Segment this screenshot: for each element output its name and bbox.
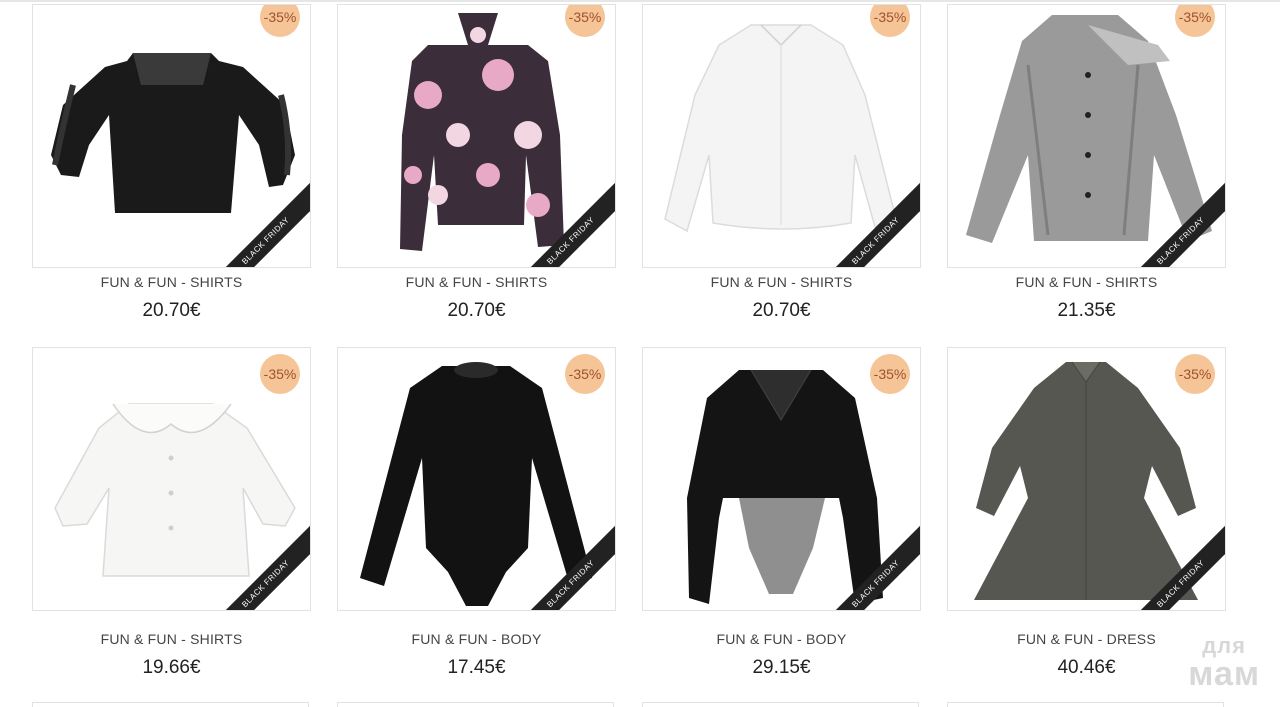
top-divider	[0, 0, 1280, 2]
discount-badge: -35%	[565, 354, 605, 394]
ribbon-container: BLACK FRIDAY	[820, 510, 920, 610]
product-image[interactable]: -35% BLACK FRIDAY	[337, 4, 616, 268]
product-title[interactable]: FUN & FUN - BODY	[642, 631, 921, 647]
product-price: 40.46€	[1057, 657, 1116, 678]
product-image[interactable]: -35% BLACK FRIDAY	[337, 347, 616, 611]
product-card[interactable]: -35% BLACK FRIDAY FUN & FUN - SHIRTS 20.…	[337, 4, 616, 349]
watermark-line1: для	[1202, 633, 1246, 658]
product-card[interactable]: -35% BLACK FRIDAY FUN & FUN - SHIRTS 21.…	[947, 4, 1226, 349]
product-image[interactable]: -35% BLACK FRIDAY	[642, 347, 921, 611]
product-image[interactable]: -35% BLACK FRIDAY	[642, 4, 921, 268]
product-card[interactable]: -35% BLACK FRIDAY FUN & FUN - SHIRTS 20.…	[32, 4, 311, 349]
product-title[interactable]: FUN & FUN - SHIRTS	[32, 274, 311, 290]
product-card[interactable]: -35% BLACK FRIDAY FUN & FUN - SHIRTS 20.…	[642, 4, 921, 349]
ribbon-container: BLACK FRIDAY	[820, 167, 920, 267]
product-title[interactable]: FUN & FUN - SHIRTS	[337, 274, 616, 290]
product-price: 20.70€	[142, 300, 201, 321]
product-price: 29.15€	[752, 657, 811, 678]
ribbon-container: BLACK FRIDAY	[515, 167, 615, 267]
product-card[interactable]: -35% BLACK FRIDAY FUN & FUN - BODY 29.15…	[642, 347, 921, 692]
watermark-line2: мам	[1188, 655, 1260, 693]
discount-badge: -35%	[260, 354, 300, 394]
product-card-edge[interactable]	[947, 702, 1224, 707]
black-friday-ribbon: BLACK FRIDAY	[515, 520, 615, 610]
product-card[interactable]: -35% BLACK FRIDAY FUN & FUN - DRESS 40.4…	[947, 347, 1226, 692]
product-price: 21.35€	[1057, 300, 1116, 321]
black-friday-ribbon: BLACK FRIDAY	[515, 177, 615, 267]
product-card[interactable]: -35% BLACK FRIDAY FUN & FUN - SHIRTS 19.…	[32, 347, 311, 692]
ribbon-container: BLACK FRIDAY	[515, 510, 615, 610]
discount-badge: -35%	[1175, 354, 1215, 394]
black-friday-ribbon: BLACK FRIDAY	[1125, 520, 1225, 610]
product-image[interactable]: -35% BLACK FRIDAY	[947, 347, 1226, 611]
product-image[interactable]: -35% BLACK FRIDAY	[32, 4, 311, 268]
product-image[interactable]: -35% BLACK FRIDAY	[947, 4, 1226, 268]
product-card[interactable]: -35% BLACK FRIDAY FUN & FUN - BODY 17.45…	[337, 347, 616, 692]
product-title[interactable]: FUN & FUN - SHIRTS	[32, 631, 311, 647]
ribbon-container: BLACK FRIDAY	[1125, 510, 1225, 610]
black-friday-ribbon: BLACK FRIDAY	[820, 177, 920, 267]
discount-badge: -35%	[870, 354, 910, 394]
ribbon-container: BLACK FRIDAY	[210, 167, 310, 267]
product-title[interactable]: FUN & FUN - DRESS	[947, 631, 1226, 647]
watermark-logo: для мам	[1188, 633, 1260, 693]
product-price: 20.70€	[752, 300, 811, 321]
product-card-edge[interactable]	[337, 702, 614, 707]
product-title[interactable]: FUN & FUN - BODY	[337, 631, 616, 647]
product-card-edge[interactable]	[642, 702, 919, 707]
product-card-edge[interactable]	[32, 702, 309, 707]
product-title[interactable]: FUN & FUN - SHIRTS	[642, 274, 921, 290]
next-row-cards	[32, 702, 1228, 707]
ribbon-container: BLACK FRIDAY	[210, 510, 310, 610]
black-friday-ribbon: BLACK FRIDAY	[820, 520, 920, 610]
ribbon-container: BLACK FRIDAY	[1125, 167, 1225, 267]
product-image[interactable]: -35% BLACK FRIDAY	[32, 347, 311, 611]
black-friday-ribbon: BLACK FRIDAY	[210, 520, 310, 610]
product-title[interactable]: FUN & FUN - SHIRTS	[947, 274, 1226, 290]
black-friday-ribbon: BLACK FRIDAY	[210, 177, 310, 267]
product-price: 17.45€	[447, 657, 506, 678]
product-price: 20.70€	[447, 300, 506, 321]
black-friday-ribbon: BLACK FRIDAY	[1125, 177, 1225, 267]
product-price: 19.66€	[142, 657, 201, 678]
